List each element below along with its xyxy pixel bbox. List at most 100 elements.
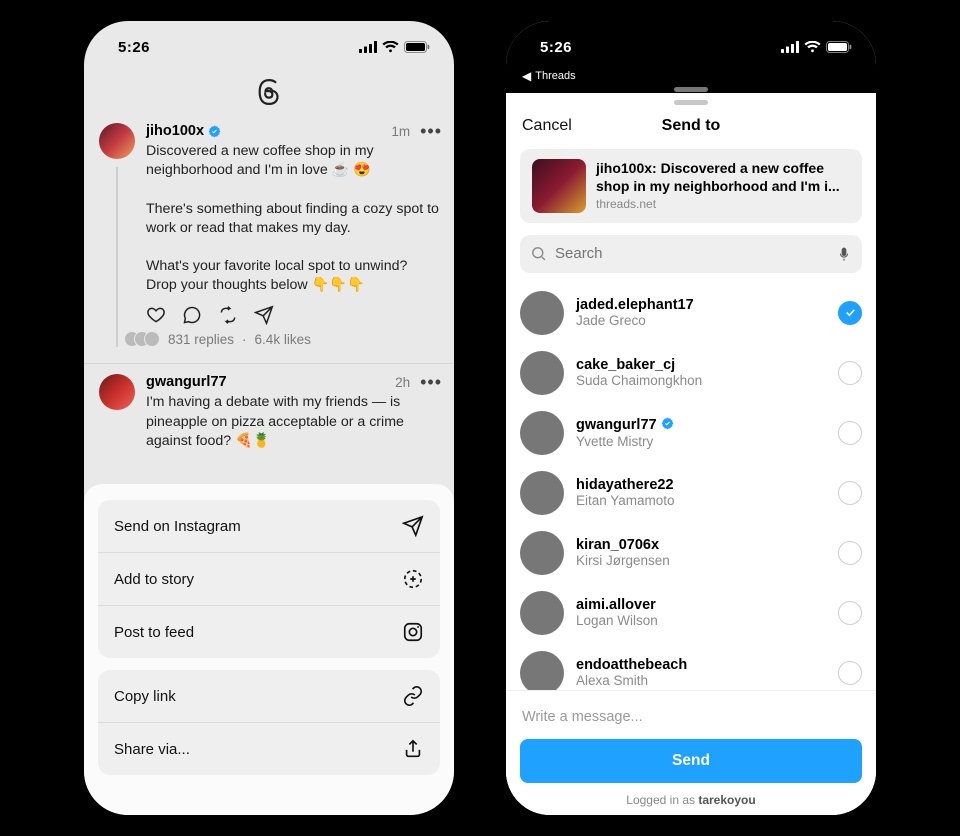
- post-more-button[interactable]: •••: [420, 126, 442, 136]
- contact-row[interactable]: jaded.elephant17Jade Greco: [520, 283, 862, 343]
- background-sheet-grip: [674, 87, 708, 92]
- copy-link-row[interactable]: Copy link: [98, 670, 440, 722]
- share-icon[interactable]: [254, 305, 274, 325]
- back-app-label: Threads: [535, 70, 575, 82]
- row-label: Add to story: [114, 571, 194, 588]
- select-radio[interactable]: [838, 421, 862, 445]
- status-bar: 5:26: [506, 21, 876, 67]
- likes-count[interactable]: 6.4k likes: [255, 332, 311, 347]
- post-text: I'm having a debate with my friends — is…: [146, 393, 442, 451]
- contact-realname: Suda Chaimongkhon: [576, 373, 826, 388]
- preview-source: threads.net: [596, 197, 850, 211]
- contact-row[interactable]: aimi.alloverLogan Wilson: [520, 583, 862, 643]
- status-indicators: [359, 41, 430, 53]
- threads-feed: jiho100x 1m ••• Discovered a new coffee …: [84, 117, 454, 461]
- mic-icon[interactable]: [836, 245, 852, 263]
- status-time: 5:26: [540, 39, 572, 56]
- threads-logo-icon: [255, 78, 283, 106]
- contact-row[interactable]: gwangurl77 Yvette Mistry: [520, 403, 862, 463]
- reply-icon[interactable]: [182, 305, 202, 325]
- avatar: [520, 471, 564, 515]
- wifi-icon: [382, 41, 399, 53]
- chevron-left-icon: ◀: [522, 69, 531, 83]
- battery-icon: [826, 41, 852, 53]
- sheet-title: Send to: [662, 117, 721, 134]
- contact-username: gwangurl77: [576, 417, 826, 434]
- divider: [84, 363, 454, 364]
- reply-avatar: [144, 331, 160, 347]
- avatar: [520, 291, 564, 335]
- contact-username: cake_baker_cj: [576, 357, 826, 373]
- search-bar[interactable]: [520, 235, 862, 273]
- share-sheet: Send on Instagram Add to story Post to f…: [84, 484, 454, 815]
- share-up-icon: [402, 738, 424, 760]
- send-on-instagram-row[interactable]: Send on Instagram: [98, 500, 440, 552]
- post-username[interactable]: gwangurl77: [146, 374, 227, 390]
- logged-in-user: tarekoyou: [698, 793, 755, 807]
- post-to-feed-row[interactable]: Post to feed: [98, 605, 440, 658]
- send-button[interactable]: Send: [520, 739, 862, 783]
- contact-username: endoatthebeach: [576, 657, 826, 673]
- avatar: [520, 531, 564, 575]
- share-group: Copy link Share via...: [98, 670, 440, 775]
- post: gwangurl77 2h ••• I'm having a debate wi…: [84, 368, 454, 461]
- select-radio[interactable]: [838, 361, 862, 385]
- contact-row[interactable]: cake_baker_cjSuda Chaimongkhon: [520, 343, 862, 403]
- share-preview: jiho100x: Discovered a new coffee shop i…: [520, 149, 862, 223]
- select-radio[interactable]: [838, 301, 862, 325]
- avatar[interactable]: [99, 374, 135, 410]
- contact-row[interactable]: kiran_0706xKirsi Jørgensen: [520, 523, 862, 583]
- contact-realname: Jade Greco: [576, 313, 826, 328]
- share-via-row[interactable]: Share via...: [98, 722, 440, 775]
- post-text: Discovered a new coffee shop in my neigh…: [146, 142, 442, 295]
- post-age: 2h: [395, 375, 410, 390]
- row-label: Copy link: [114, 688, 176, 705]
- add-to-story-row[interactable]: Add to story: [98, 552, 440, 605]
- replies-count[interactable]: 831 replies: [168, 332, 234, 347]
- like-icon[interactable]: [146, 305, 166, 325]
- back-to-app[interactable]: ◀ Threads: [522, 69, 576, 83]
- search-input[interactable]: [555, 245, 828, 262]
- row-label: Post to feed: [114, 624, 194, 641]
- thread-line: [116, 167, 118, 347]
- send-to-sheet: Cancel Send to jiho100x: Discovered a ne…: [506, 93, 876, 815]
- post: jiho100x 1m ••• Discovered a new coffee …: [84, 117, 454, 357]
- status-time: 5:26: [118, 39, 150, 56]
- link-icon: [402, 685, 424, 707]
- row-label: Share via...: [114, 741, 190, 758]
- avatar: [520, 651, 564, 695]
- avatar: [520, 411, 564, 455]
- post-more-button[interactable]: •••: [420, 377, 442, 387]
- logged-in-as: Logged in as tarekoyou: [520, 793, 862, 807]
- preview-thumbnail: [532, 159, 586, 213]
- status-bar: 5:26: [84, 21, 454, 67]
- select-radio[interactable]: [838, 541, 862, 565]
- compose-area: Write a message... Send Logged in as tar…: [506, 690, 876, 815]
- post-actions: [146, 305, 442, 325]
- post-username[interactable]: jiho100x: [146, 123, 204, 139]
- contact-realname: Eitan Yamamoto: [576, 493, 826, 508]
- avatar: [520, 351, 564, 395]
- post-age: 1m: [391, 124, 410, 139]
- verified-badge-icon: [208, 125, 221, 138]
- search-icon: [530, 245, 547, 262]
- share-group: Send on Instagram Add to story Post to f…: [98, 500, 440, 658]
- select-radio[interactable]: [838, 481, 862, 505]
- phone-threads: 5:26 jiho100x: [84, 21, 454, 815]
- contact-username: jaded.elephant17: [576, 297, 826, 313]
- avatar[interactable]: [99, 123, 135, 159]
- contact-row[interactable]: hidayathere22Eitan Yamamoto: [520, 463, 862, 523]
- repost-icon[interactable]: [218, 305, 238, 325]
- status-indicators: [781, 41, 852, 53]
- sheet-grip[interactable]: [674, 100, 708, 105]
- verified-badge-icon: [661, 417, 674, 434]
- contact-realname: Alexa Smith: [576, 673, 826, 688]
- select-radio[interactable]: [838, 661, 862, 685]
- instagram-icon: [402, 621, 424, 643]
- message-input[interactable]: Write a message...: [520, 703, 862, 739]
- contact-realname: Kirsi Jørgensen: [576, 553, 826, 568]
- select-radio[interactable]: [838, 601, 862, 625]
- contact-list: jaded.elephant17Jade Grecocake_baker_cjS…: [506, 283, 876, 703]
- avatar: [520, 591, 564, 635]
- cancel-button[interactable]: Cancel: [522, 117, 572, 135]
